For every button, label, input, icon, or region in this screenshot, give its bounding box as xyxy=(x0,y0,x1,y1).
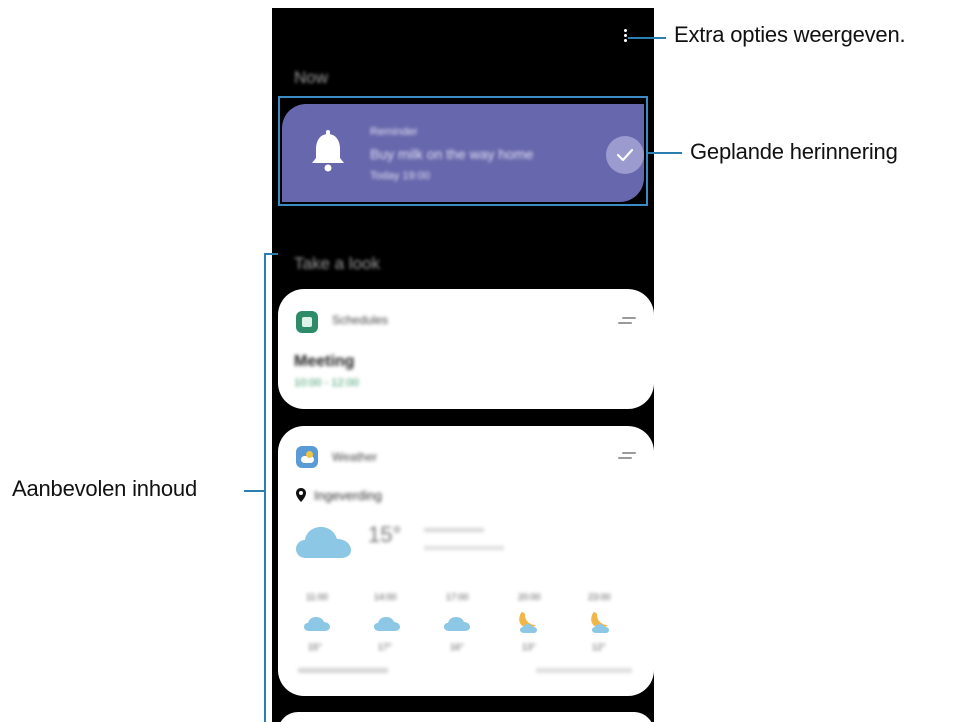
hourly-temp: 12° xyxy=(592,642,606,652)
hourly-temp: 17° xyxy=(378,642,392,652)
weather-location: Ingeverding xyxy=(314,488,382,503)
next-card[interactable] xyxy=(278,712,654,722)
moon-icon xyxy=(591,612,609,633)
schedule-app-label: Schedules xyxy=(332,313,389,327)
callout-line xyxy=(244,490,264,492)
callout-line xyxy=(628,37,666,39)
weather-details xyxy=(424,528,484,532)
take-a-look-section-title: Take a look xyxy=(294,254,380,273)
hourly-time: 11:00 xyxy=(306,592,328,602)
hourly-time: 17:00 xyxy=(446,592,469,602)
hourly-time: 20:00 xyxy=(518,592,541,602)
calendar-icon xyxy=(296,311,318,333)
location-pin-icon xyxy=(296,488,306,502)
hourly-time: 23:00 xyxy=(588,592,611,602)
cloud-icon xyxy=(296,527,351,558)
callout-bracket xyxy=(264,253,278,255)
hourly-temp: 15° xyxy=(308,642,322,652)
weather-app-icon xyxy=(296,446,318,468)
hourly-temp: 13° xyxy=(522,642,536,652)
weather-card[interactable]: Weather Ingeverding 15° 11:00 14:00 17:0… xyxy=(278,426,654,696)
weather-app-label: Weather xyxy=(332,450,378,464)
drag-handle-icon[interactable] xyxy=(618,452,636,462)
callout-bracket xyxy=(264,253,266,722)
reminder-highlight-frame xyxy=(278,96,648,206)
weather-details xyxy=(424,546,504,550)
weather-temperature: 15° xyxy=(368,522,402,547)
callout-line xyxy=(648,152,682,154)
callout-more-options: Extra opties weergeven. xyxy=(674,22,906,47)
now-section-title: Now xyxy=(294,68,329,87)
cloud-icon xyxy=(444,617,470,631)
more-options-icon[interactable] xyxy=(623,28,629,44)
cloud-icon xyxy=(304,617,330,631)
cloud-icon xyxy=(374,617,400,631)
weather-provider xyxy=(298,668,388,673)
schedule-event-time: 10:00 - 12:00 xyxy=(294,377,359,389)
callout-reminder: Geplande herinnering xyxy=(690,139,898,164)
hourly-time: 14:00 xyxy=(374,592,397,602)
schedule-event-title: Meeting xyxy=(294,353,355,370)
drag-handle-icon[interactable] xyxy=(618,317,636,327)
callout-recommended: Aanbevolen inhoud xyxy=(12,476,197,501)
schedule-card[interactable]: Schedules Meeting 10:00 - 12:00 xyxy=(278,289,654,409)
hourly-temp: 16° xyxy=(450,642,464,652)
weather-updated xyxy=(536,668,632,673)
moon-icon xyxy=(519,612,537,633)
